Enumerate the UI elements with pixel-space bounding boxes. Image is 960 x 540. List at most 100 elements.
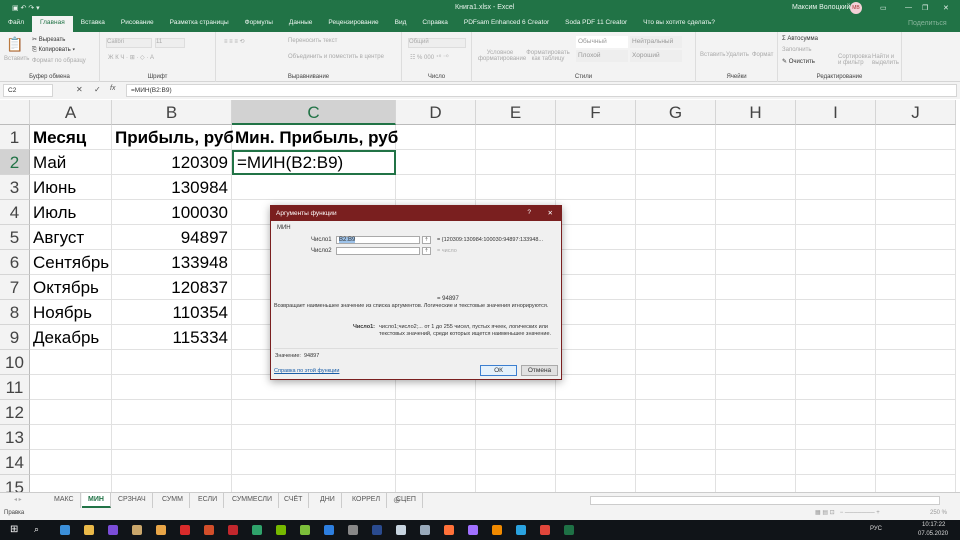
cell[interactable]: [876, 200, 956, 225]
cancel-button[interactable]: Отмена: [521, 365, 558, 376]
cell[interactable]: [476, 175, 556, 200]
row-header-1[interactable]: 1: [0, 125, 30, 150]
sheet-tab[interactable]: ЕСЛИ: [192, 493, 225, 508]
copy-button[interactable]: ⎘ Копировать ▾: [32, 47, 75, 54]
column-header-G[interactable]: G: [636, 100, 716, 125]
header-cell[interactable]: Месяц: [30, 125, 112, 150]
quick-access-icons[interactable]: ▣ ↶ ↷ ▾: [12, 4, 40, 12]
find-select-button[interactable]: Найти и выделить: [872, 54, 900, 66]
data-cell[interactable]: Ноябрь: [30, 300, 112, 325]
cell[interactable]: [476, 150, 556, 175]
cell[interactable]: [796, 375, 876, 400]
cell[interactable]: [30, 450, 112, 475]
row-header-10[interactable]: 10: [0, 350, 30, 375]
data-cell[interactable]: 120837: [112, 275, 232, 300]
cell[interactable]: [556, 125, 636, 150]
align-icons[interactable]: ≡ ≡ ≡ ⟲: [224, 38, 245, 45]
formula-cell[interactable]: [232, 175, 396, 200]
cell[interactable]: [476, 125, 556, 150]
cell[interactable]: [796, 200, 876, 225]
horizontal-scrollbar[interactable]: [590, 496, 940, 505]
taskbar-app-icon[interactable]: [516, 525, 526, 535]
help-button[interactable]: ?: [527, 209, 531, 216]
taskbar-app-icon[interactable]: [60, 525, 70, 535]
cell[interactable]: [556, 425, 636, 450]
cell[interactable]: [556, 450, 636, 475]
close-icon[interactable]: ✕: [548, 209, 553, 217]
column-header-I[interactable]: I: [796, 100, 876, 125]
cell[interactable]: [396, 400, 476, 425]
cell[interactable]: [716, 375, 796, 400]
cell[interactable]: [556, 400, 636, 425]
cell[interactable]: [716, 225, 796, 250]
cell[interactable]: [796, 250, 876, 275]
sheet-tab[interactable]: СУММ: [156, 493, 190, 508]
format-painter-button[interactable]: Формат по образцу: [32, 58, 86, 64]
number-format-icons[interactable]: ☷ % 000 ⁺⁰ ⁻⁰: [410, 54, 449, 61]
cell[interactable]: [876, 450, 956, 475]
merge-center-button[interactable]: Объединить и поместить в центре: [288, 54, 384, 60]
ribbon-tab[interactable]: Вид: [387, 16, 415, 32]
taskbar-app-icon[interactable]: [132, 525, 142, 535]
cell[interactable]: [716, 250, 796, 275]
column-header-B[interactable]: B: [112, 100, 232, 125]
conditional-formatting-button[interactable]: Условное форматирование: [478, 50, 526, 62]
cell[interactable]: [556, 325, 636, 350]
taskbar-app-icon[interactable]: [252, 525, 262, 535]
search-icon[interactable]: ⌕: [34, 524, 39, 535]
cell[interactable]: [232, 400, 396, 425]
autosum-button[interactable]: Σ Автосумма: [782, 36, 818, 42]
enter-icon[interactable]: ✓: [94, 85, 101, 94]
cell[interactable]: [796, 450, 876, 475]
cell[interactable]: [636, 225, 716, 250]
cell[interactable]: [112, 375, 232, 400]
taskbar-app-icon[interactable]: [564, 525, 574, 535]
sheet-tab[interactable]: МАКС: [48, 493, 81, 508]
row-header-4[interactable]: 4: [0, 200, 30, 225]
cell[interactable]: [396, 450, 476, 475]
collapse-arg2-icon[interactable]: ⇡: [422, 247, 431, 255]
cell[interactable]: [876, 250, 956, 275]
cell[interactable]: [556, 375, 636, 400]
select-all-corner[interactable]: [0, 100, 30, 125]
taskbar-app-icon[interactable]: [180, 525, 190, 535]
column-header-C[interactable]: C: [232, 100, 396, 125]
cell[interactable]: [636, 125, 716, 150]
cell[interactable]: [396, 150, 476, 175]
ribbon-display-icon[interactable]: ▭: [880, 4, 887, 12]
windows-start-icon[interactable]: ⊞: [10, 524, 18, 535]
format-as-table-button[interactable]: Форматировать как таблицу: [526, 50, 570, 62]
cell[interactable]: [396, 425, 476, 450]
ribbon-tab[interactable]: Файл: [0, 16, 32, 32]
cell[interactable]: [636, 350, 716, 375]
column-header-H[interactable]: H: [716, 100, 796, 125]
data-cell[interactable]: Октябрь: [30, 275, 112, 300]
data-cell[interactable]: 115334: [112, 325, 232, 350]
arg1-input[interactable]: B2:B9: [336, 236, 420, 244]
taskbar-app-icon[interactable]: [228, 525, 238, 535]
paste-icon[interactable]: 📋: [6, 36, 23, 53]
taskbar-app-icon[interactable]: [372, 525, 382, 535]
cell[interactable]: [796, 325, 876, 350]
cell[interactable]: [30, 400, 112, 425]
insert-function-icon[interactable]: fx: [110, 85, 115, 92]
cell[interactable]: [556, 200, 636, 225]
ribbon-tab[interactable]: Формулы: [237, 16, 281, 32]
sort-filter-button[interactable]: Сортировка и фильтр: [838, 54, 871, 66]
cell[interactable]: [476, 425, 556, 450]
data-cell[interactable]: Август: [30, 225, 112, 250]
taskbar-app-icon[interactable]: [420, 525, 430, 535]
cell[interactable]: [716, 450, 796, 475]
cell[interactable]: [636, 275, 716, 300]
cell[interactable]: [556, 225, 636, 250]
cell[interactable]: [716, 400, 796, 425]
cell[interactable]: [30, 375, 112, 400]
row-header-7[interactable]: 7: [0, 275, 30, 300]
data-cell[interactable]: 100030: [112, 200, 232, 225]
cell[interactable]: [796, 425, 876, 450]
formula-cell[interactable]: =МИН(B2:B9): [232, 150, 396, 175]
cell[interactable]: [636, 150, 716, 175]
header-cell[interactable]: Прибыль, руб: [112, 125, 234, 150]
minimize-icon[interactable]: —: [905, 4, 912, 11]
ok-button[interactable]: ОК: [480, 365, 517, 376]
